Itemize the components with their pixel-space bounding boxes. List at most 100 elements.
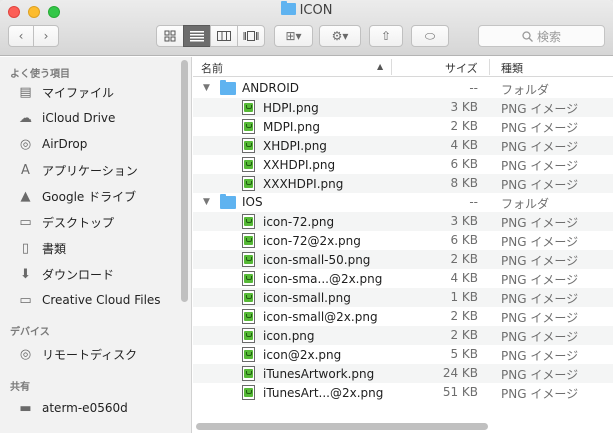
- sidebar-scrollbar[interactable]: [180, 57, 189, 302]
- tag-icon: ⬭: [424, 28, 436, 43]
- sidebar-item-downloads[interactable]: ⬇ ダウンロード: [0, 263, 180, 285]
- sidebar-item-all-my-files[interactable]: ▤ マイファイル: [0, 81, 180, 103]
- file-row[interactable]: icon-small-50.png 2 KB PNG イメージ: [193, 250, 613, 269]
- arrange-icon: ⊞▾: [285, 29, 302, 43]
- sidebar-item-label: aterm-e0560d: [42, 401, 128, 415]
- chevron-left-icon: ‹: [18, 29, 24, 43]
- sidebar-item-creative-cloud-files[interactable]: ▭ Creative Cloud Files: [0, 289, 180, 311]
- file-size: 4 KB: [450, 271, 478, 285]
- file-row[interactable]: icon-72@2x.png 6 KB PNG イメージ: [193, 231, 613, 250]
- file-name-text: iTunesArt...@2x.png: [263, 385, 384, 400]
- file-row[interactable]: icon@2x.png 5 KB PNG イメージ: [193, 345, 613, 364]
- file-name-text: IOS: [242, 195, 263, 209]
- sidebar-item-remote-disc[interactable]: ◎ リモートディスク: [0, 343, 180, 365]
- file-kind: PNG イメージ: [501, 159, 579, 173]
- column-view-button[interactable]: [210, 25, 238, 47]
- column-divider[interactable]: [391, 59, 392, 75]
- file-name: icon.png: [242, 328, 315, 343]
- file-name-text: icon-72.png: [263, 214, 335, 229]
- file-kind: PNG イメージ: [501, 292, 579, 306]
- name-column-header[interactable]: 名前: [201, 60, 223, 76]
- file-row[interactable]: icon-small@2x.png 2 KB PNG イメージ: [193, 307, 613, 326]
- file-row[interactable]: icon-small.png 1 KB PNG イメージ: [193, 288, 613, 307]
- file-kind: PNG イメージ: [501, 387, 579, 401]
- horizontal-scrollbar-thumb[interactable]: [196, 423, 488, 430]
- sidebar-item-google[interactable]: ▲ Google ドライブ: [0, 185, 180, 207]
- file-row[interactable]: XXHDPI.png 6 KB PNG イメージ: [193, 155, 613, 174]
- file-name-text: MDPI.png: [263, 119, 321, 134]
- file-row[interactable]: MDPI.png 2 KB PNG イメージ: [193, 117, 613, 136]
- png-file-icon: [242, 252, 255, 267]
- folder-row[interactable]: ▼ ANDROID -- フォルダ: [193, 79, 613, 98]
- horizontal-scrollbar[interactable]: [195, 423, 611, 431]
- file-name: ANDROID: [220, 79, 299, 95]
- column-divider[interactable]: [489, 59, 490, 75]
- icon-view-button[interactable]: [156, 25, 184, 47]
- icon-view-icon: [164, 30, 176, 42]
- sidebar: よく使う項目 ▤ マイファイル ☁ iCloud Drive ◎ AirDrop A アプリケ…: [0, 57, 192, 433]
- sidebar-item-aterm-e0560d[interactable]: ▬ aterm-e0560d: [0, 397, 180, 419]
- file-size: 1 KB: [450, 290, 478, 304]
- sidebar-item-icloud-drive[interactable]: ☁ iCloud Drive: [0, 107, 180, 129]
- share-button[interactable]: ⇧: [369, 25, 403, 47]
- list-view-button[interactable]: [183, 25, 211, 47]
- gear-icon: ⚙▾: [331, 29, 349, 43]
- folder-row[interactable]: ▼ IOS -- フォルダ: [193, 193, 613, 212]
- file-kind: PNG イメージ: [501, 254, 579, 268]
- sidebar-item-desktop[interactable]: ▭ デスクトップ: [0, 211, 180, 233]
- back-button[interactable]: ‹: [8, 25, 34, 47]
- png-file-icon: [242, 233, 255, 248]
- disclosure-triangle-icon[interactable]: ▼: [203, 197, 210, 207]
- file-list: 名前 ▲ サイズ 種類 ▼ ANDROID -- フォルダ HDPI.png 3 KB PN…: [193, 57, 613, 433]
- file-row[interactable]: icon-sma...@2x.png 4 KB PNG イメージ: [193, 269, 613, 288]
- folder-icon: [280, 1, 296, 15]
- file-name: XXHDPI.png: [242, 157, 335, 172]
- finder-window: ICON ‹ › ⊞▾ ⚙▾ ⇧ ⬭ 検索 よく使う項目 ▤ マイファイル ☁ …: [0, 0, 613, 433]
- sidebar-item-label: AirDrop: [42, 137, 88, 151]
- folder-icon: [220, 79, 236, 95]
- file-size: 6 KB: [450, 233, 478, 247]
- airdrop-icon: ◎: [19, 136, 32, 152]
- documents-icon: ▯: [21, 240, 30, 256]
- file-name-text: icon-small.png: [263, 290, 351, 305]
- png-file-icon: [242, 214, 255, 229]
- kind-column-header[interactable]: 種類: [501, 60, 523, 76]
- folder-icon: [220, 193, 236, 209]
- file-row[interactable]: HDPI.png 3 KB PNG イメージ: [193, 98, 613, 117]
- google-drive-icon: ▲: [20, 188, 31, 204]
- arrange-button[interactable]: ⊞▾: [274, 25, 313, 47]
- search-field[interactable]: 検索: [478, 25, 605, 47]
- sidebar-scrollbar-thumb[interactable]: [181, 60, 188, 302]
- all-my-files-icon: ▤: [19, 84, 32, 100]
- sidebar-item-label: マイファイル: [42, 85, 115, 100]
- file-row[interactable]: icon-72.png 3 KB PNG イメージ: [193, 212, 613, 231]
- png-file-icon: [242, 138, 255, 153]
- file-row[interactable]: XHDPI.png 4 KB PNG イメージ: [193, 136, 613, 155]
- disclosure-triangle-icon[interactable]: ▼: [203, 83, 210, 93]
- file-name-text: XXHDPI.png: [263, 157, 336, 172]
- coverflow-view-button[interactable]: [237, 25, 265, 47]
- file-kind: PNG イメージ: [501, 216, 579, 230]
- file-kind: PNG イメージ: [501, 311, 579, 325]
- file-size: 5 KB: [450, 347, 478, 361]
- action-button[interactable]: ⚙▾: [319, 25, 361, 47]
- file-size: 24 KB: [442, 366, 478, 380]
- file-row[interactable]: iTunesArtwork.png 24 KB PNG イメージ: [193, 364, 613, 383]
- file-kind: PNG イメージ: [501, 235, 579, 249]
- sidebar-item-documents[interactable]: ▯ 書類: [0, 237, 180, 259]
- png-file-icon: [242, 366, 255, 381]
- column-header: 名前 ▲ サイズ 種類: [193, 57, 613, 77]
- forward-button[interactable]: ›: [33, 25, 59, 47]
- file-row[interactable]: icon.png 2 KB PNG イメージ: [193, 326, 613, 345]
- file-kind: PNG イメージ: [501, 178, 579, 192]
- png-file-icon: [242, 290, 255, 305]
- sidebar-item-applications[interactable]: A アプリケーション: [0, 159, 180, 181]
- sidebar-item-airdrop[interactable]: ◎ AirDrop: [0, 133, 180, 155]
- png-file-icon: [242, 100, 255, 115]
- size-column-header[interactable]: サイズ: [445, 60, 478, 76]
- file-row[interactable]: XXXHDPI.png 8 KB PNG イメージ: [193, 174, 613, 193]
- file-row[interactable]: iTunesArt...@2x.png 51 KB PNG イメージ: [193, 383, 613, 402]
- file-name: icon-small.png: [242, 290, 351, 305]
- file-kind: フォルダ: [501, 197, 550, 211]
- tag-button[interactable]: ⬭: [411, 25, 449, 47]
